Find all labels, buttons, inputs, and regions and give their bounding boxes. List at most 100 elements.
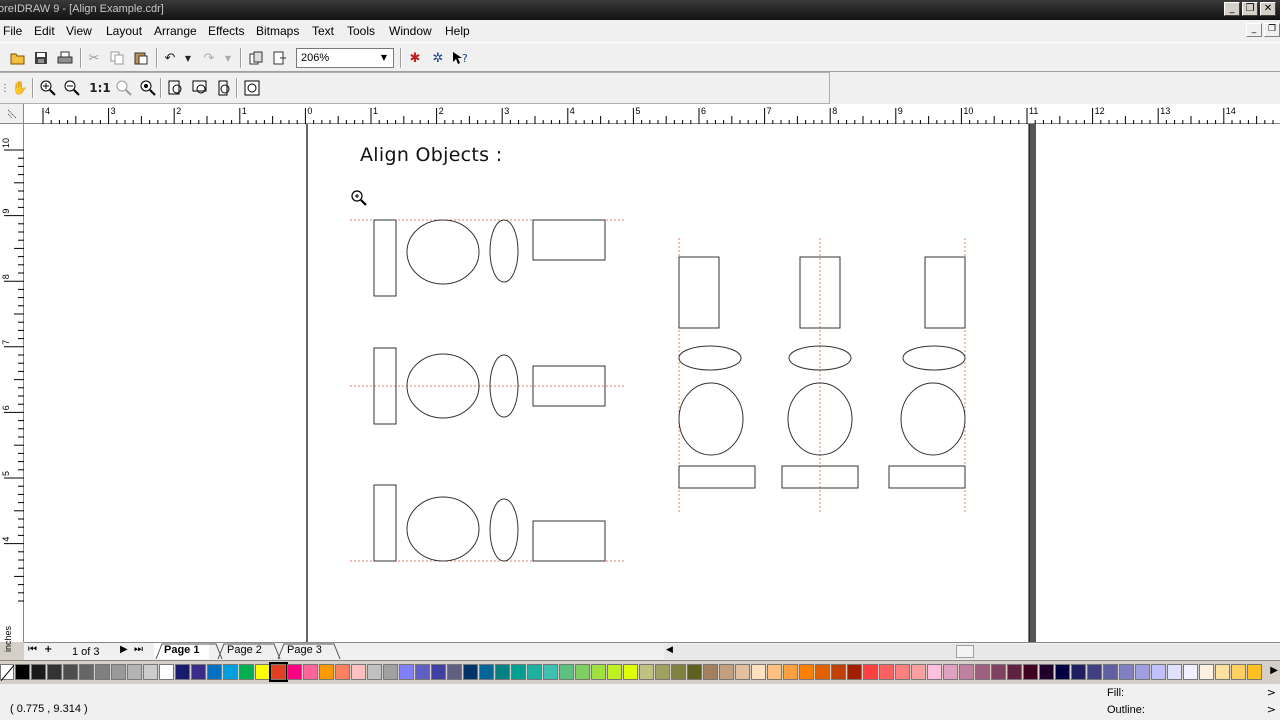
vertical-ruler[interactable]: 10 9 8 7 6 5 4: [0, 124, 24, 642]
color-swatch[interactable]: [767, 664, 782, 680]
color-swatch[interactable]: [269, 662, 288, 682]
menu-edit[interactable]: Edit: [34, 24, 55, 38]
color-swatch[interactable]: [495, 664, 510, 680]
color-swatch[interactable]: [1023, 664, 1038, 680]
fill-expand-icon[interactable]: >: [1267, 686, 1276, 699]
color-swatch[interactable]: [175, 664, 190, 680]
chevron-down-icon[interactable]: ▼: [377, 51, 391, 65]
color-swatch[interactable]: [847, 664, 862, 680]
color-swatch[interactable]: [1119, 664, 1134, 680]
paste-icon[interactable]: [131, 48, 151, 68]
color-swatch[interactable]: [623, 664, 638, 680]
menu-view[interactable]: View: [66, 24, 92, 38]
minimize-button[interactable]: _: [1224, 2, 1240, 16]
narrow-ellipse[interactable]: [489, 219, 519, 283]
color-swatch[interactable]: [239, 664, 254, 680]
tall-rectangle[interactable]: [373, 219, 397, 297]
color-swatch[interactable]: [1183, 664, 1198, 680]
corel-tutor-icon[interactable]: ✲: [428, 48, 448, 68]
color-swatch[interactable]: [1007, 664, 1022, 680]
menu-effects[interactable]: Effects: [208, 24, 244, 38]
add-page-icon[interactable]: +: [44, 644, 52, 655]
next-page-icon[interactable]: ▶: [120, 644, 128, 655]
color-swatch[interactable]: [783, 664, 798, 680]
menu-help[interactable]: Help: [445, 24, 470, 38]
zoom-previous-icon[interactable]: [242, 78, 262, 98]
tall-rectangle[interactable]: [373, 347, 397, 425]
color-swatch[interactable]: [1231, 664, 1246, 680]
tall-rectangle[interactable]: [373, 484, 397, 562]
document-heading[interactable]: Align Objects :: [360, 144, 502, 166]
drawing-canvas[interactable]: Align Objects :: [24, 124, 1280, 642]
last-page-icon[interactable]: ⏭: [134, 644, 143, 655]
color-swatch[interactable]: [47, 664, 62, 680]
color-swatch[interactable]: [255, 664, 270, 680]
doc-restore-button[interactable]: ❐: [1264, 23, 1280, 37]
color-swatch[interactable]: [751, 664, 766, 680]
hand-pan-icon[interactable]: ✋: [10, 78, 30, 98]
color-swatch[interactable]: [95, 664, 110, 680]
color-swatch[interactable]: [319, 664, 334, 680]
horizontal-scrollbar[interactable]: ◀: [664, 644, 1280, 659]
color-swatch[interactable]: [655, 664, 670, 680]
horizontal-ruler[interactable]: 4 3 2 1 0 1 2 3 4 5 6 7 8 9 10 11 12 13 14: [24, 104, 1280, 124]
wide-rectangle[interactable]: [532, 520, 606, 562]
outline-expand-icon[interactable]: >: [1267, 703, 1276, 716]
color-swatch[interactable]: [447, 664, 462, 680]
zoom-to-page-width-icon[interactable]: [190, 78, 210, 98]
zoom-actual-size-icon[interactable]: 1:1: [89, 78, 111, 98]
color-swatch[interactable]: [63, 664, 78, 680]
color-swatch[interactable]: [223, 664, 238, 680]
color-swatch[interactable]: [479, 664, 494, 680]
color-swatch[interactable]: [287, 664, 302, 680]
color-swatch[interactable]: [15, 664, 30, 680]
open-icon[interactable]: [8, 48, 28, 68]
application-launcher-icon[interactable]: ✱: [405, 48, 425, 68]
color-swatch[interactable]: [687, 664, 702, 680]
color-swatch[interactable]: [703, 664, 718, 680]
menu-window[interactable]: Window: [389, 24, 432, 38]
menu-bitmaps[interactable]: Bitmaps: [256, 24, 299, 38]
color-swatch[interactable]: [863, 664, 878, 680]
color-swatch[interactable]: [1055, 664, 1070, 680]
tall-rectangle[interactable]: [924, 256, 966, 329]
zoom-in-icon[interactable]: [38, 78, 58, 98]
color-swatch[interactable]: [335, 664, 350, 680]
color-swatch[interactable]: [31, 664, 46, 680]
narrow-ellipse[interactable]: [489, 498, 519, 562]
redo-dropdown-icon[interactable]: ▼: [218, 48, 238, 68]
color-swatch[interactable]: [559, 664, 574, 680]
color-swatch[interactable]: [1103, 664, 1118, 680]
cut-icon[interactable]: ✂: [84, 48, 104, 68]
color-swatch[interactable]: [383, 664, 398, 680]
color-swatch[interactable]: [1151, 664, 1166, 680]
export-icon[interactable]: [270, 48, 290, 68]
color-swatch[interactable]: [719, 664, 734, 680]
restore-button[interactable]: ❐: [1242, 2, 1258, 16]
color-swatch[interactable]: [575, 664, 590, 680]
color-swatch[interactable]: [303, 664, 318, 680]
color-swatch[interactable]: [159, 664, 174, 680]
redo-icon[interactable]: ↷: [199, 48, 219, 68]
menu-text[interactable]: Text: [312, 24, 334, 38]
color-swatch[interactable]: [1167, 664, 1182, 680]
ruler-origin-corner[interactable]: [0, 104, 24, 124]
whats-this-help-icon[interactable]: ?: [450, 48, 470, 68]
scroll-left-icon[interactable]: ◀: [666, 645, 673, 655]
print-icon[interactable]: [55, 48, 75, 68]
undo-icon[interactable]: ↶: [160, 48, 180, 68]
wide-rectangle[interactable]: [888, 465, 966, 489]
color-swatch[interactable]: [1071, 664, 1086, 680]
color-swatch[interactable]: [591, 664, 606, 680]
import-icon[interactable]: [246, 48, 266, 68]
color-swatch[interactable]: [975, 664, 990, 680]
palette-scroll-icon[interactable]: ▶: [1270, 665, 1278, 676]
save-icon[interactable]: [31, 48, 51, 68]
doc-minimize-button[interactable]: _: [1246, 23, 1262, 37]
color-swatch[interactable]: [463, 664, 478, 680]
color-swatch[interactable]: [911, 664, 926, 680]
menu-layout[interactable]: Layout: [106, 24, 142, 38]
color-swatch[interactable]: [143, 664, 158, 680]
color-swatch[interactable]: [1087, 664, 1102, 680]
zoom-to-all-objects-icon[interactable]: [138, 78, 158, 98]
